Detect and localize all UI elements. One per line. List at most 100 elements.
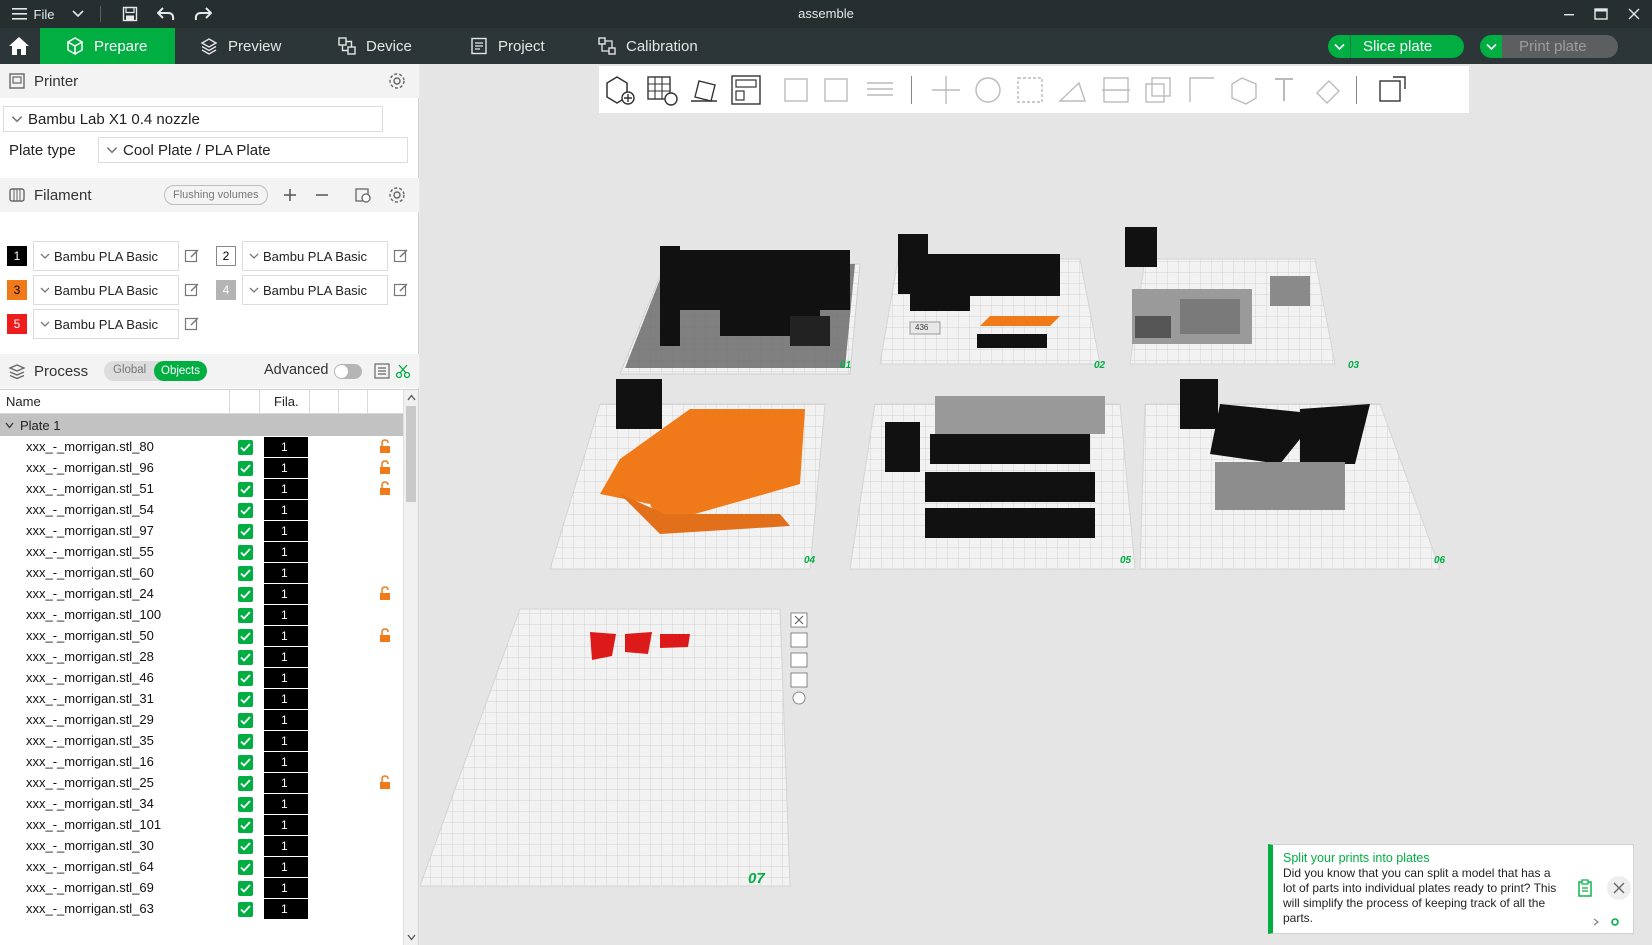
auto-orient-icon[interactable]: [687, 73, 721, 107]
lock-icon[interactable]: [379, 628, 391, 643]
filament-5-swatch[interactable]: 5: [7, 314, 27, 334]
filament-2-select[interactable]: Bambu PLA Basic: [242, 241, 388, 271]
tip-close-button[interactable]: [1607, 876, 1631, 900]
filament-1-select[interactable]: Bambu PLA Basic: [33, 241, 179, 271]
scroll-up-icon[interactable]: [407, 394, 416, 401]
boolean-icon[interactable]: [1141, 73, 1175, 107]
print-plate-button[interactable]: Print plate: [1480, 35, 1618, 58]
visibility-checkbox[interactable]: [238, 629, 253, 644]
table-row[interactable]: xxx_-_morrigan.stl_16 1: [0, 751, 403, 773]
visibility-checkbox[interactable]: [238, 902, 253, 917]
table-scrollbar[interactable]: [403, 390, 418, 945]
filament-selector[interactable]: 1: [264, 752, 308, 772]
filament-selector[interactable]: 1: [264, 794, 308, 814]
table-row[interactable]: xxx_-_morrigan.stl_30 1: [0, 835, 403, 857]
plate-01[interactable]: [619, 246, 861, 375]
table-row[interactable]: xxx_-_morrigan.stl_101 1: [0, 814, 403, 836]
global-option[interactable]: Global: [113, 364, 146, 376]
filament-selector[interactable]: 1: [264, 668, 308, 688]
slice-plate-button[interactable]: Slice plate: [1328, 35, 1464, 58]
move-icon[interactable]: [929, 73, 963, 107]
visibility-checkbox[interactable]: [238, 461, 253, 476]
remove-filament-icon[interactable]: [315, 188, 329, 202]
next-tip-icon[interactable]: [1591, 917, 1601, 927]
table-row[interactable]: xxx_-_morrigan.stl_29 1: [0, 709, 403, 731]
tab-calibration[interactable]: Calibration: [598, 28, 728, 64]
plate-1-row[interactable]: Plate 1: [0, 414, 403, 436]
home-button[interactable]: [0, 28, 38, 64]
cut-tool-icon[interactable]: [395, 363, 411, 379]
minimize-button[interactable]: [1557, 0, 1581, 28]
file-menu-button[interactable]: File: [8, 0, 58, 28]
add-object-icon[interactable]: [603, 73, 637, 107]
visibility-checkbox[interactable]: [238, 881, 253, 896]
visibility-checkbox[interactable]: [238, 440, 253, 455]
edit-filament-4-icon[interactable]: [393, 282, 409, 298]
3d-viewport[interactable]: 01 02 03 04 05 06 07 436: [420, 64, 1652, 945]
seam-paint-icon[interactable]: [1227, 73, 1261, 107]
filament-selector[interactable]: 1: [264, 899, 308, 919]
objects-option[interactable]: Objects: [154, 361, 207, 381]
lay-on-face-icon[interactable]: [1055, 73, 1089, 107]
tab-prepare[interactable]: Prepare: [40, 28, 175, 64]
layers-disabled-icon[interactable]: [863, 73, 897, 107]
lock-icon[interactable]: [379, 586, 391, 601]
visibility-checkbox[interactable]: [238, 503, 253, 518]
filament-selector[interactable]: 1: [264, 878, 308, 898]
filament-selector[interactable]: 1: [264, 500, 308, 520]
close-window-button[interactable]: [1622, 0, 1646, 28]
filament-4-select[interactable]: Bambu PLA Basic: [242, 275, 388, 305]
filament-selector[interactable]: 1: [264, 857, 308, 877]
table-row[interactable]: xxx_-_morrigan.stl_100 1: [0, 604, 403, 626]
table-row[interactable]: xxx_-_morrigan.stl_55 1: [0, 541, 403, 563]
filament-4-swatch[interactable]: 4: [216, 280, 236, 300]
table-row[interactable]: xxx_-_morrigan.stl_64 1: [0, 856, 403, 878]
tab-device[interactable]: Device: [338, 28, 448, 64]
visibility-checkbox[interactable]: [238, 482, 253, 497]
table-row[interactable]: xxx_-_morrigan.stl_24 1: [0, 583, 403, 605]
table-row[interactable]: xxx_-_morrigan.stl_35 1: [0, 730, 403, 752]
table-row[interactable]: xxx_-_morrigan.stl_54 1: [0, 499, 403, 521]
column-header-fila[interactable]: Fila.: [274, 394, 299, 409]
support-paint-icon[interactable]: [1185, 73, 1219, 107]
filament-selector[interactable]: 1: [264, 563, 308, 583]
filament-selector[interactable]: 1: [264, 479, 308, 499]
lock-icon[interactable]: [379, 439, 391, 454]
text-tool-icon[interactable]: [1269, 73, 1303, 107]
table-row[interactable]: xxx_-_morrigan.stl_63 1: [0, 898, 403, 920]
table-row[interactable]: xxx_-_morrigan.stl_51 1: [0, 478, 403, 500]
filament-selector[interactable]: 1: [264, 710, 308, 730]
edit-filament-3-icon[interactable]: [184, 282, 200, 298]
table-row[interactable]: xxx_-_morrigan.stl_96 1: [0, 457, 403, 479]
scroll-down-icon[interactable]: [407, 934, 416, 941]
table-row[interactable]: xxx_-_morrigan.stl_28 1: [0, 646, 403, 668]
slice-dropdown-toggle[interactable]: [1328, 43, 1350, 51]
table-row[interactable]: xxx_-_morrigan.stl_31 1: [0, 688, 403, 710]
save-button[interactable]: [118, 0, 142, 28]
lock-icon[interactable]: [379, 775, 391, 790]
file-dropdown-button[interactable]: [66, 0, 90, 28]
filament-5-select[interactable]: Bambu PLA Basic: [33, 309, 179, 339]
filament-selector[interactable]: 1: [264, 542, 308, 562]
table-row[interactable]: xxx_-_morrigan.stl_97 1: [0, 520, 403, 542]
filament-settings-icon[interactable]: [388, 186, 406, 204]
visibility-checkbox[interactable]: [238, 755, 253, 770]
scrollbar-thumb[interactable]: [406, 406, 416, 502]
edit-filament-1-icon[interactable]: [184, 248, 200, 264]
filament-selector[interactable]: 1: [264, 731, 308, 751]
visibility-checkbox[interactable]: [238, 545, 253, 560]
split-disabled-icon[interactable]: [821, 73, 855, 107]
rotate-icon[interactable]: [971, 73, 1005, 107]
collapse-arrow-icon[interactable]: [5, 421, 14, 430]
cut-icon[interactable]: [1099, 73, 1133, 107]
printer-select[interactable]: Bambu Lab X1 0.4 nozzle: [3, 106, 383, 132]
visibility-checkbox[interactable]: [238, 776, 253, 791]
assembly-view-icon[interactable]: [1375, 73, 1409, 107]
visibility-checkbox[interactable]: [238, 713, 253, 728]
column-header-name[interactable]: Name: [6, 394, 41, 409]
visibility-checkbox[interactable]: [238, 839, 253, 854]
advanced-toggle[interactable]: [334, 364, 362, 379]
filament-selector[interactable]: 1: [264, 584, 308, 604]
add-filament-icon[interactable]: [283, 188, 297, 202]
add-plate-icon[interactable]: [645, 73, 679, 107]
